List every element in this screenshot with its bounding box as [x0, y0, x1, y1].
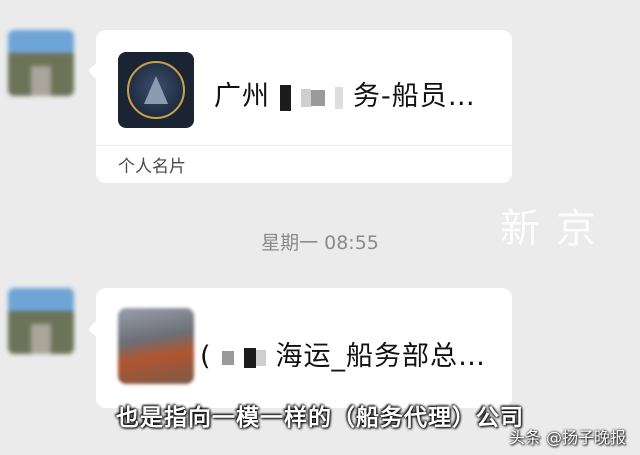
sender-avatar[interactable] [8, 30, 74, 96]
card-type-label: 个人名片 [118, 157, 186, 177]
contact-name-suffix: 务-船员… [353, 81, 476, 112]
contact-card-message[interactable]: ( 海运_船务部总… [88, 288, 512, 408]
emblem-icon [127, 61, 185, 119]
contact-card-name: 广州 务-船员… [214, 74, 476, 113]
contact-card-thumbnail [118, 308, 194, 384]
redaction-mark [243, 347, 256, 368]
redaction-mark [301, 88, 311, 107]
contact-card-thumbnail [118, 52, 194, 128]
emblem-center-shape [144, 76, 168, 104]
redaction-mark [335, 86, 343, 109]
avatar-road [31, 324, 51, 354]
contact-name-suffix: 海运_船务部总… [275, 341, 487, 372]
source-credit: 头条 @扬子晚报 [508, 428, 626, 447]
watermark: 新京 [500, 206, 612, 252]
contact-name-prefix: ( [200, 341, 212, 372]
contact-card-name: ( 海运_船务部总… [200, 334, 486, 373]
redaction-mark [221, 350, 234, 365]
redaction-mark [311, 89, 325, 106]
avatar-road [31, 66, 51, 96]
redaction-mark [255, 349, 266, 366]
sender-avatar[interactable] [8, 288, 74, 354]
contact-name-prefix: 广州 [214, 81, 270, 112]
redaction-mark [280, 84, 291, 111]
contact-card-message[interactable]: 广州 务-船员… 个人名片 [88, 30, 512, 183]
card-divider [96, 145, 512, 146]
